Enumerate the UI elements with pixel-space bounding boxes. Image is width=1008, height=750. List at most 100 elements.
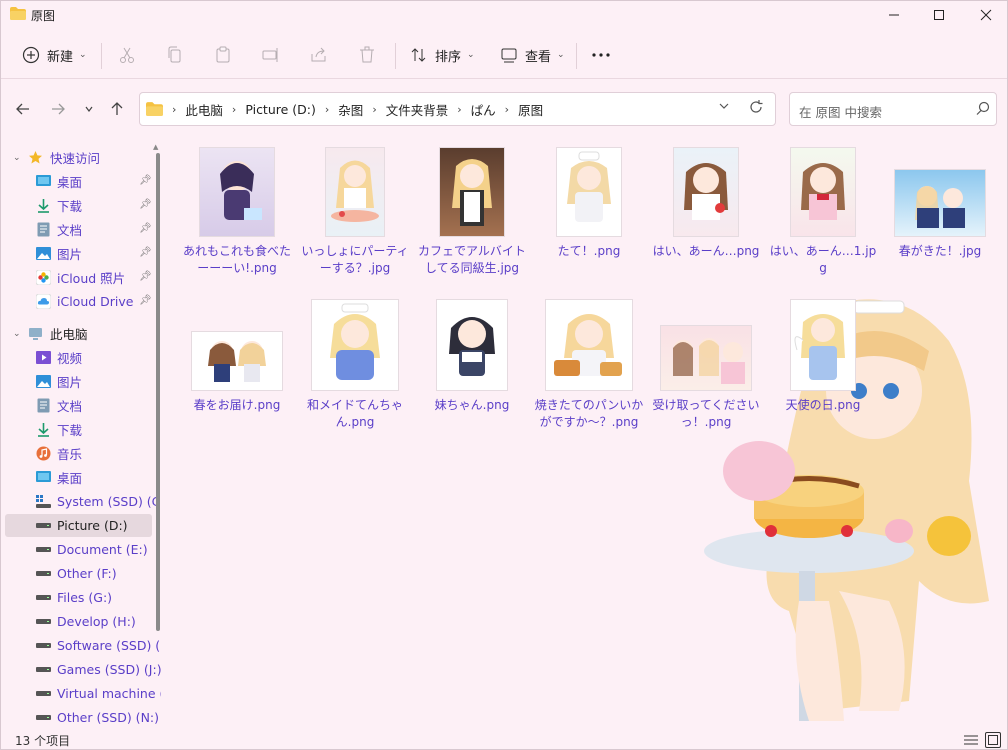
share-button[interactable] [309, 41, 329, 69]
new-button[interactable]: 新建 ⌄ [21, 41, 87, 69]
sidebar-item-drive-e[interactable]: Document (E:) [5, 538, 152, 561]
sidebar-item-drive-j[interactable]: Games (SSD) (J:) [5, 658, 161, 681]
sidebar-item-drive-n[interactable]: Other (SSD) (N:) [5, 706, 159, 729]
sidebar-item-drive-d[interactable]: Picture (D:) [5, 514, 152, 537]
sidebar-item-label: Picture (D:) [57, 518, 128, 533]
file-item[interactable]: 天使の日.png [768, 299, 878, 414]
breadcrumb-this-pc[interactable]: 此电脑 [185, 100, 223, 119]
sidebar-item-label: 此电脑 [50, 327, 88, 342]
details-view-button[interactable] [963, 732, 979, 748]
file-name: たて！.png [557, 244, 621, 258]
breadcrumb-original[interactable]: 原图 [518, 100, 543, 119]
paste-button[interactable] [213, 41, 233, 69]
file-name: あれもこれも食べたーーーい!.png [182, 244, 291, 275]
breadcrumb-folder-background[interactable]: 文件夹背景 [386, 100, 449, 119]
chevron-right-icon[interactable]: › [505, 103, 509, 116]
copy-icon [165, 45, 185, 65]
scroll-up-arrow-icon[interactable]: ▲ [153, 143, 158, 151]
sort-button-label: 排序 [435, 49, 462, 65]
rename-button[interactable] [261, 41, 281, 69]
sidebar-item-drive-f[interactable]: Other (F:) [5, 562, 152, 585]
sidebar-item-music[interactable]: 音乐 [5, 442, 152, 465]
file-item[interactable]: 妹ちゃん.png [417, 299, 527, 414]
sidebar-item-drive-i[interactable]: Software (SSD) (I:) [5, 634, 161, 657]
pin-icon[interactable]: 📌︎ [139, 223, 152, 234]
sidebar-item-quick-access[interactable]: ⌄ 快速访问 [5, 146, 152, 169]
sidebar-item-label: Virtual machine (K:) [57, 686, 161, 701]
sidebar-item-videos[interactable]: 视频 [5, 346, 152, 369]
close-button[interactable] [963, 1, 1008, 29]
sidebar-scrollbar-thumb[interactable] [156, 153, 160, 631]
arrow-right-icon [52, 103, 65, 115]
search-box[interactable]: 在 原图 中搜索 [789, 92, 997, 126]
view-icon [499, 45, 519, 65]
pin-icon[interactable]: 📌︎ [139, 199, 152, 210]
chevron-right-icon[interactable]: › [372, 103, 376, 116]
chevron-down-icon[interactable]: ⌄ [13, 153, 21, 163]
pin-icon[interactable]: 📌︎ [139, 175, 152, 186]
download-icon [36, 198, 51, 213]
sidebar-item-icloud-photos[interactable]: iCloud 照片 📌︎ [5, 266, 152, 289]
sidebar-item-label: 快速访问 [50, 151, 101, 166]
sidebar-item-label: Develop (H:) [57, 614, 136, 629]
file-item[interactable]: カフェでアルバイトしてる同級生.jpg [417, 147, 527, 277]
file-item[interactable]: 春をお届け.png [182, 299, 292, 414]
file-item[interactable]: いっしょにパーティーする？.jpg [300, 147, 410, 277]
file-item[interactable]: はい、あーん…1.jpg [768, 147, 878, 277]
file-list[interactable]: あれもこれも食べたーーーい!.png いっしょにパーティーする？.jpg カフェ… [169, 141, 999, 731]
forward-button[interactable] [46, 97, 70, 121]
address-bar[interactable]: › 此电脑 › Picture (D:) › 杂图 › 文件夹背景 › ぱん ›… [139, 92, 776, 126]
cut-button[interactable] [117, 41, 137, 69]
up-button[interactable] [105, 97, 129, 121]
sidebar-item-drive-c[interactable]: System (SSD) (C:) [5, 490, 161, 513]
copy-button[interactable] [165, 41, 185, 69]
back-button[interactable] [11, 97, 35, 121]
chevron-down-icon: ⌄ [557, 50, 565, 60]
file-item[interactable]: 受け取ってくださいっ！.png [651, 299, 761, 431]
search-icon[interactable] [976, 101, 990, 118]
sidebar-item-desktop-pc[interactable]: 桌面 [5, 466, 152, 489]
file-item[interactable]: はい、あーん…png [651, 147, 761, 260]
file-item[interactable]: 焼きたてのパンいかがですか～？.png [534, 299, 644, 431]
pin-icon[interactable]: 📌︎ [139, 247, 152, 258]
sidebar-item-desktop[interactable]: 桌面 📌︎ [5, 170, 152, 193]
large-icons-view-button[interactable] [985, 732, 1001, 748]
file-thumbnail [199, 147, 275, 237]
delete-button[interactable] [357, 41, 377, 69]
maximize-button[interactable] [916, 1, 962, 29]
view-button[interactable]: 查看 ⌄ [499, 41, 565, 69]
pin-icon[interactable]: 📌︎ [139, 295, 152, 306]
chevron-down-icon[interactable]: ⌄ [13, 329, 21, 339]
sidebar-item-this-pc[interactable]: ⌄ 此电脑 [5, 322, 152, 345]
sidebar-item-downloads[interactable]: 下载 📌︎ [5, 194, 152, 217]
sidebar-item-drive-h[interactable]: Develop (H:) [5, 610, 152, 633]
file-item[interactable]: たて！.png [534, 147, 644, 260]
breadcrumb-misc[interactable]: 杂图 [338, 100, 363, 119]
sidebar-item-pictures[interactable]: 图片 📌︎ [5, 242, 152, 265]
pin-icon[interactable]: 📌︎ [139, 271, 152, 282]
file-item[interactable]: あれもこれも食べたーーーい!.png [182, 147, 292, 277]
address-history-dropdown[interactable] [718, 100, 730, 115]
sidebar-item-drive-k[interactable]: Virtual machine (K:) [5, 682, 161, 705]
title-bar[interactable]: 原图 [1, 1, 1007, 29]
minimize-button[interactable] [871, 1, 917, 29]
breadcrumb-pan[interactable]: ぱん [471, 100, 496, 119]
chevron-right-icon[interactable]: › [325, 103, 329, 116]
file-thumbnail [790, 299, 856, 391]
chevron-right-icon[interactable]: › [232, 103, 236, 116]
file-item[interactable]: 春がきた！.jpg [885, 147, 995, 260]
sidebar-item-documents[interactable]: 文档 📌︎ [5, 218, 152, 241]
recent-locations-button[interactable] [77, 97, 101, 121]
breadcrumb-picture-drive[interactable]: Picture (D:) [245, 102, 316, 117]
sort-button[interactable]: 排序 ⌄ [409, 41, 475, 69]
chevron-right-icon[interactable]: › [457, 103, 461, 116]
refresh-button[interactable] [748, 99, 764, 119]
sidebar-item-icloud-drive[interactable]: iCloud Drive 📌︎ [5, 290, 152, 313]
sidebar-item-downloads-pc[interactable]: 下载 [5, 418, 152, 441]
file-item[interactable]: 和メイドてんちゃん.png [300, 299, 410, 431]
sidebar-item-documents-pc[interactable]: 文档 [5, 394, 152, 417]
file-thumbnail [439, 147, 505, 237]
sidebar-item-drive-g[interactable]: Files (G:) [5, 586, 152, 609]
sidebar-item-pictures-pc[interactable]: 图片 [5, 370, 152, 393]
more-options-button[interactable] [591, 41, 611, 69]
